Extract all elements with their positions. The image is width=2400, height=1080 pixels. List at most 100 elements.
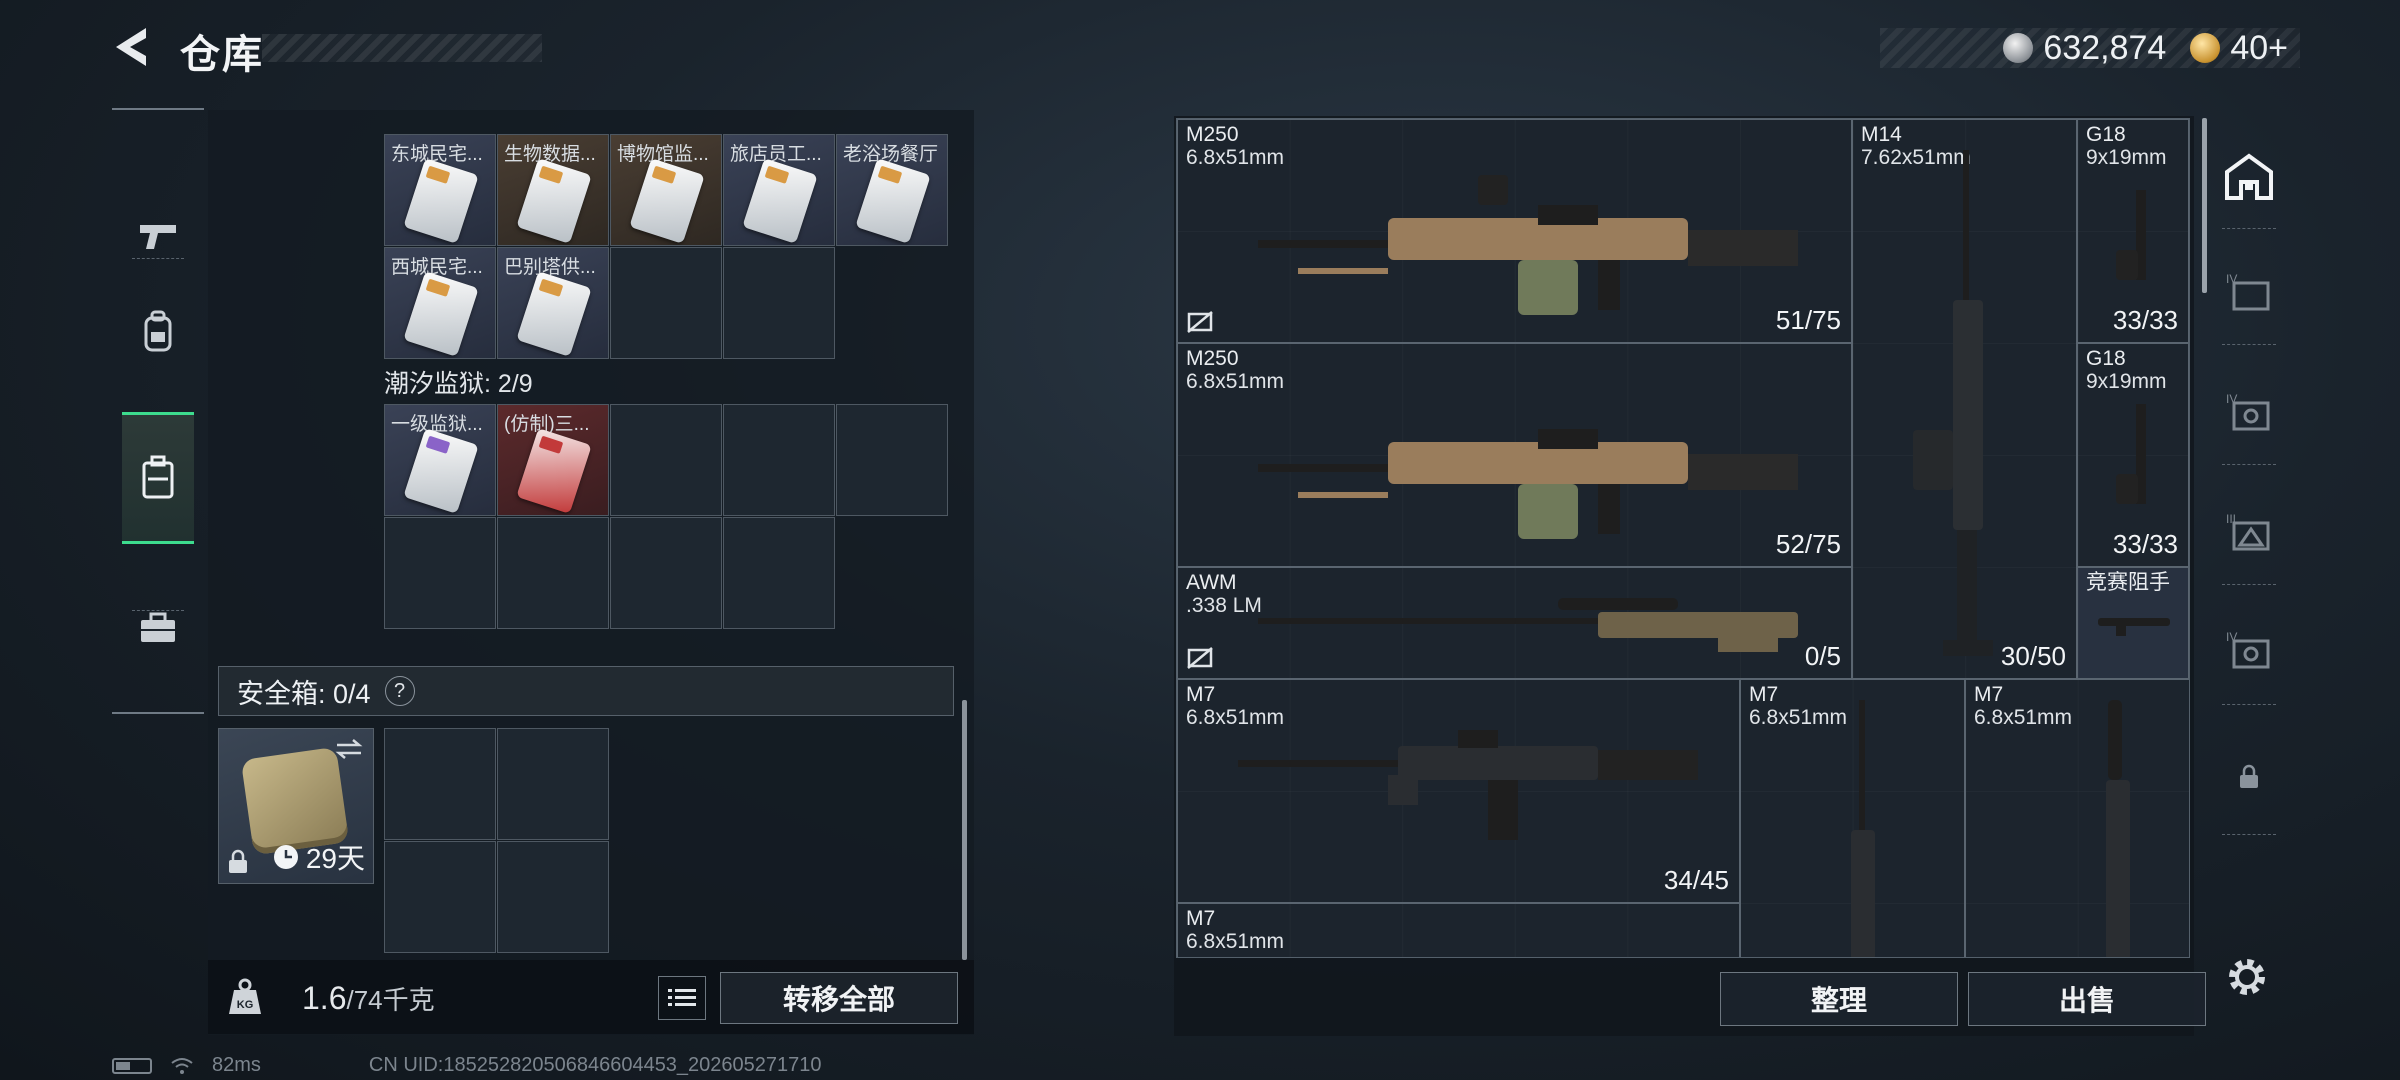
stash-page-rail: IV IV III IV <box>2212 116 2286 906</box>
weapon-caliber: 6.8x51mm <box>1974 706 2073 729</box>
backpack-icon <box>144 310 172 352</box>
stash-scrollbar[interactable] <box>2202 118 2207 293</box>
currency-bar: 632,874 40+ <box>1880 28 2300 68</box>
weapon-name: M250 <box>1186 347 1239 370</box>
weapon-item-m7[interactable]: M7 6.8x51mm 34/45 <box>1177 679 1740 903</box>
lock-icon <box>229 849 247 873</box>
stash-page-4-button[interactable]: IV <box>2218 262 2280 324</box>
weapon-item-awm[interactable]: AWM .338 LM 0/5 <box>1177 567 1852 679</box>
safe-empty-slot[interactable] <box>384 841 496 953</box>
keycard-slot[interactable]: (仿制)三... <box>497 404 609 516</box>
empty-slot[interactable] <box>610 517 722 629</box>
empty-slot[interactable] <box>384 517 496 629</box>
prison-group-label: 潮汐监狱: 2/9 <box>384 370 533 398</box>
stash-page-icon: IV <box>2226 630 2270 669</box>
empty-slot[interactable] <box>723 404 835 516</box>
safe-empty-slot[interactable] <box>497 841 609 953</box>
weight-readout: 1.6/74千克 <box>302 980 435 1017</box>
no-armor-icon <box>1187 647 1213 669</box>
rifle-image <box>1913 150 1993 656</box>
keycard-slot[interactable]: 老浴场餐厅 <box>836 134 948 246</box>
keycard-slot[interactable]: 旅店员工... <box>723 134 835 246</box>
keycard-slot[interactable]: 一级监狱... <box>384 404 496 516</box>
keycard-slot[interactable]: 博物馆监... <box>610 134 722 246</box>
safe-empty-slot[interactable] <box>497 728 609 840</box>
stash-grid: M250 6.8x51mm 51/75 M14 7.62x51mm 30/50 … <box>1176 118 2190 958</box>
weapon-item-m7[interactable]: M7 6.8x51mm <box>1965 679 2189 957</box>
status-bar: 82ms CN UID:185252820506846604453_202605… <box>112 1054 822 1077</box>
weapon-item-m250[interactable]: M250 6.8x51mm 51/75 <box>1177 119 1852 343</box>
locked-page-button[interactable] <box>2218 746 2280 808</box>
stash-page-4c-button[interactable]: IV <box>2218 620 2280 682</box>
sort-button[interactable]: 整理 <box>1720 972 1958 1026</box>
pistol-image <box>2116 404 2146 504</box>
svg-text:IV: IV <box>2226 272 2237 286</box>
stash-page-main-button[interactable] <box>2218 146 2280 208</box>
weapon-name: M14 <box>1861 123 1902 146</box>
gold-amount[interactable]: 40+ <box>2230 29 2288 68</box>
weapon-ammo: 30/50 <box>2000 641 2066 671</box>
weapon-item-m7[interactable]: M7 6.8x51mm <box>1177 903 1740 957</box>
weapon-name: M7 <box>1749 683 1779 706</box>
safe-box-item[interactable]: 29天 <box>218 728 374 884</box>
swap-icon[interactable] <box>333 737 365 761</box>
briefcase-icon <box>141 612 175 642</box>
stash-page-3-button[interactable]: III <box>2218 502 2280 564</box>
weapon-caliber: 6.8x51mm <box>1186 930 1285 953</box>
weapon-ammo: 33/33 <box>2112 305 2178 335</box>
keycard-slot[interactable]: 东城民宅... <box>384 134 496 246</box>
safe-days-text: 29天 <box>305 843 365 874</box>
stash-page-icon: IV <box>2226 272 2270 311</box>
svg-text:III: III <box>2226 512 2236 526</box>
weapon-item-g18[interactable]: G18 9x19mm 33/33 <box>2077 343 2189 567</box>
stash-page-4b-button[interactable]: IV <box>2218 382 2280 444</box>
ping-text: 82ms <box>212 1054 261 1076</box>
category-case-button[interactable] <box>122 412 194 544</box>
assault-rifle-image <box>1851 700 1875 957</box>
sell-button[interactable]: 出售 <box>1968 972 2206 1026</box>
empty-slot[interactable] <box>610 404 722 516</box>
safe-empty-slot[interactable] <box>384 728 496 840</box>
list-view-button[interactable] <box>658 976 706 1020</box>
empty-slot[interactable] <box>836 404 948 516</box>
back-arrow-icon[interactable] <box>108 22 158 72</box>
storage-scrollbar[interactable] <box>962 700 967 960</box>
weapon-item-m7[interactable]: M7 6.8x51mm <box>1740 679 1965 957</box>
svg-text:IV: IV <box>2226 392 2237 406</box>
weapon-ammo: 51/75 <box>1775 305 1841 335</box>
empty-slot[interactable] <box>497 517 609 629</box>
empty-slot[interactable] <box>723 247 835 359</box>
keycard-slot[interactable]: 巴别塔供... <box>497 247 609 359</box>
weapon-item-m14[interactable]: M14 7.62x51mm 30/50 <box>1852 119 2077 679</box>
svg-text:IV: IV <box>2226 630 2237 644</box>
weapon-caliber: 9x19mm <box>2086 146 2167 169</box>
gold-coin-icon <box>2190 33 2221 63</box>
assault-rifle-image <box>2106 700 2130 957</box>
pistol-image <box>2116 190 2146 280</box>
keycard-slot[interactable]: 生物数据... <box>497 134 609 246</box>
keycard-label: 一级监狱... <box>391 414 483 435</box>
weapon-item-competition[interactable]: 竞赛阻手 <box>2077 567 2189 679</box>
empty-slot[interactable] <box>610 247 722 359</box>
help-icon[interactable]: ? <box>384 676 415 706</box>
keycard-slot[interactable]: 西城民宅... <box>384 247 496 359</box>
safe-box-bar: 安全箱: 0/4 ? <box>218 666 954 716</box>
weapon-name: M250 <box>1186 123 1239 146</box>
category-rail <box>112 108 204 714</box>
weapon-name: AWM <box>1186 571 1237 594</box>
weapon-name: G18 <box>2086 347 2126 370</box>
settings-gear-icon[interactable] <box>2222 952 2272 1002</box>
weapon-item-m250[interactable]: M250 6.8x51mm 52/75 <box>1177 343 1852 567</box>
transfer-all-button[interactable]: 转移全部 <box>720 972 958 1024</box>
weapon-ammo: 0/5 <box>1804 641 1841 671</box>
keycard-icon <box>855 158 931 244</box>
keycard-label: 旅店员工... <box>730 144 822 165</box>
weapon-item-g18[interactable]: G18 9x19mm 33/33 <box>2077 119 2189 343</box>
keycard-label: (仿制)三... <box>504 414 590 435</box>
category-backpack-button[interactable] <box>122 266 194 398</box>
category-tools-button[interactable] <box>122 562 194 694</box>
keycard-label: 西城民宅... <box>391 257 483 278</box>
weapon-ammo: 34/45 <box>1663 865 1729 895</box>
no-armor-icon <box>1187 311 1213 333</box>
empty-slot[interactable] <box>723 517 835 629</box>
